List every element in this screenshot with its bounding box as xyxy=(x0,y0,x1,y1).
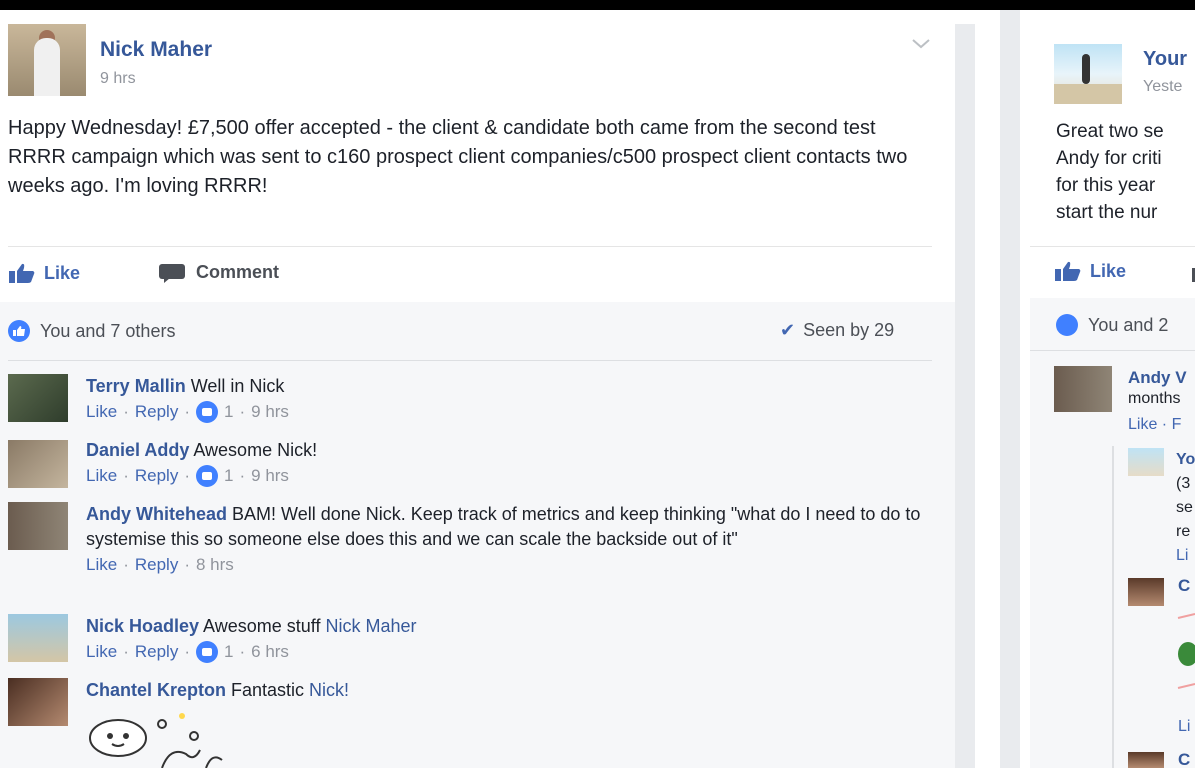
chevron-down-icon[interactable] xyxy=(912,36,930,49)
comment-like-link[interactable]: Like xyxy=(86,552,117,577)
reply-line: re xyxy=(1176,523,1191,540)
reactions-summary[interactable]: You and 7 others xyxy=(8,320,175,342)
commenter-avatar[interactable] xyxy=(1054,366,1112,412)
reply-avatar[interactable] xyxy=(1128,752,1164,768)
like-label: Like xyxy=(1090,260,1127,281)
checkmark-icon: ✔ xyxy=(780,320,796,340)
divider xyxy=(8,360,932,361)
comment-time[interactable]: 9 hrs xyxy=(251,463,289,488)
reactions-summary[interactable]: You and 2 xyxy=(1056,314,1168,336)
like-button[interactable]: Like xyxy=(1054,260,1126,282)
reply-avatar[interactable] xyxy=(1128,578,1164,606)
mention-link[interactable]: Nick Maher xyxy=(325,616,416,636)
reply-thread-line xyxy=(1112,446,1114,768)
sticker-image xyxy=(1177,613,1195,689)
comment-text: months xyxy=(1128,390,1181,407)
comment-text: Fantastic xyxy=(226,680,310,700)
reactions-text: You and 7 others xyxy=(40,320,176,341)
thumbs-up-icon xyxy=(1055,261,1081,281)
comment-item: Nick Hoadley Awesome stuff Nick Maher Li… xyxy=(86,614,926,664)
reply-like-link[interactable]: Li xyxy=(1178,718,1190,736)
reply-line[interactable]: Li xyxy=(1176,544,1195,568)
comment-reply-link[interactable]: Reply xyxy=(135,552,178,577)
top-black-bar xyxy=(0,0,1195,10)
like-count-icon xyxy=(196,640,218,663)
comment-button[interactable]: Comment xyxy=(158,262,279,283)
divider xyxy=(1030,246,1195,247)
seen-text: Seen by 29 xyxy=(803,320,895,340)
comment-time[interactable]: 6 hrs xyxy=(251,639,289,664)
comment-reply-link[interactable]: Reply xyxy=(135,463,178,488)
post-author-name[interactable]: Nick Maher xyxy=(100,38,212,62)
commenter-avatar[interactable] xyxy=(8,678,68,726)
feed-gutter-right xyxy=(1000,10,1020,768)
comment-like-count: 1 xyxy=(224,466,234,485)
text-line: Andy for criti xyxy=(1056,148,1162,169)
commenter-name[interactable]: Terry Mallin xyxy=(86,376,186,396)
comment-reply-link[interactable]: Reply xyxy=(135,399,178,424)
comment-like-count: 1 xyxy=(224,642,234,661)
reply-line[interactable]: Yo xyxy=(1176,448,1195,472)
reactions-text: You and 2 xyxy=(1088,314,1169,335)
text-line: for this year xyxy=(1056,175,1156,196)
post-timestamp[interactable]: Yeste xyxy=(1143,78,1182,96)
comment-time[interactable]: 9 hrs xyxy=(251,399,289,424)
commenter-name[interactable]: Chantel Krepton xyxy=(86,680,226,700)
feed-gutter-white xyxy=(975,24,1003,768)
like-count-icon xyxy=(196,464,218,487)
divider xyxy=(1030,350,1195,351)
comment-like-link[interactable]: Like xyxy=(86,399,117,424)
commenter-name[interactable]: Andy Whitehead xyxy=(86,504,227,524)
thumbs-up-icon xyxy=(9,263,35,283)
comment-like-count: 1 xyxy=(224,402,234,421)
commenter-avatar[interactable] xyxy=(8,502,68,550)
feed-gutter xyxy=(955,24,975,768)
author-avatar[interactable] xyxy=(8,24,86,96)
text-line: Great two se xyxy=(1056,121,1164,142)
comment-item: Chantel Krepton Fantastic Nick! xyxy=(86,678,926,703)
like-count-icon xyxy=(196,400,218,423)
comment-actions[interactable]: Like · F xyxy=(1128,416,1181,434)
commenter-avatar[interactable] xyxy=(8,440,68,488)
divider xyxy=(8,246,932,247)
commenter-name[interactable]: Nick Hoadley xyxy=(86,616,199,636)
reply-text: Yo (3 se re Li xyxy=(1176,448,1195,568)
commenter-avatar[interactable] xyxy=(8,374,68,422)
like-button[interactable]: Like xyxy=(8,262,80,284)
mention-link[interactable]: Nick! xyxy=(309,680,349,700)
text-line: start the nur xyxy=(1056,202,1158,223)
comment-label: Comment xyxy=(196,262,280,282)
comment-item: Daniel Addy Awesome Nick! Like · Reply · 1… xyxy=(86,438,926,488)
comment-item: Terry Mallin Well in Nick Like · Reply · 1… xyxy=(86,374,926,424)
commenter-name[interactable]: Daniel Addy xyxy=(86,440,189,460)
comment-item: Andy Whitehead BAM! Well done Nick. Keep… xyxy=(86,502,926,577)
commenter-name[interactable]: Andy V xyxy=(1128,368,1187,388)
comment-like-link[interactable]: Like xyxy=(86,639,117,664)
sticker-image xyxy=(89,713,223,768)
like-reaction-icon xyxy=(8,320,30,342)
author-avatar[interactable] xyxy=(1054,44,1122,104)
like-reaction-icon xyxy=(1056,314,1078,336)
comment-like-link[interactable]: Like xyxy=(86,463,117,488)
reply-avatar[interactable] xyxy=(1128,448,1164,476)
seen-by[interactable]: ✔ Seen by 29 xyxy=(780,320,894,341)
reply-author[interactable]: C xyxy=(1178,750,1190,768)
reply-author[interactable]: C xyxy=(1178,576,1190,596)
post-author-name[interactable]: Your xyxy=(1143,48,1187,71)
comment-text: Awesome Nick! xyxy=(189,440,318,460)
reply-line: (3 xyxy=(1176,475,1191,492)
post-body-text: Happy Wednesday! £7,500 offer accepted -… xyxy=(8,117,908,197)
comment-text: Well in Nick xyxy=(185,376,285,396)
comment-reply-link[interactable]: Reply xyxy=(135,639,178,664)
like-label: Like xyxy=(44,262,81,283)
post-timestamp[interactable]: 9 hrs xyxy=(100,70,136,88)
comment-text: Awesome stuff xyxy=(199,616,326,636)
commenter-avatar[interactable] xyxy=(8,614,68,662)
comment-bubble-icon xyxy=(159,263,185,283)
post-body-text: Great two se Andy for criti for this yea… xyxy=(1056,118,1195,226)
comment-time[interactable]: 8 hrs xyxy=(196,552,234,577)
reply-line: se xyxy=(1176,499,1193,516)
